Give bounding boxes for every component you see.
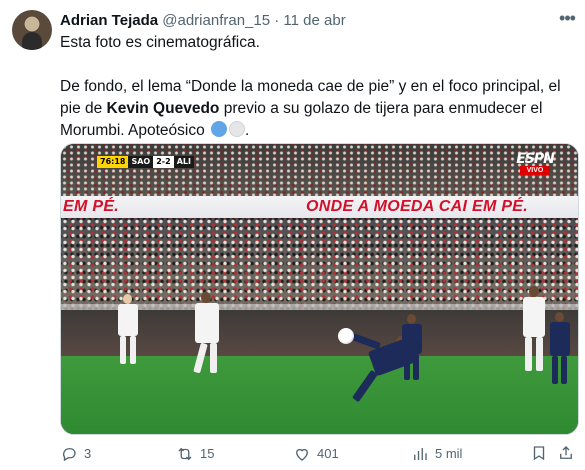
espn-logo: ESPN VIVO [514, 152, 556, 175]
tweet: Adrian Tejada @adrianfran_15 · 11 de abr… [0, 0, 585, 470]
scorebug-clock: 76:18 [97, 156, 129, 168]
tweet-date[interactable]: 11 de abr [283, 12, 345, 29]
author-name[interactable]: Adrian Tejada [60, 12, 158, 29]
tweet-header: Adrian Tejada @adrianfran_15 · 11 de abr [60, 11, 346, 31]
reply-icon [62, 448, 76, 462]
banner-text-left: EM PÉ. [63, 198, 120, 215]
tweet-text-period: . [245, 122, 250, 139]
reply-button[interactable]: 3 [60, 444, 91, 464]
scorebug-away: ALI [173, 156, 194, 168]
author-handle[interactable]: @adrianfran_15 [162, 12, 270, 29]
tweet-text: Esta foto es cinematográfica. De fondo, … [60, 32, 570, 142]
share-button[interactable] [557, 444, 575, 462]
soccer-ball [338, 328, 354, 344]
tweet-text-line1: Esta foto es cinematográfica. [60, 34, 260, 51]
white-circle-emoji-icon [229, 121, 246, 137]
light-blue-circle-emoji-icon [211, 121, 228, 137]
scorebug: 76:18 SAO 2-2 ALI [97, 156, 194, 168]
views-button[interactable]: 5 mil [411, 444, 462, 464]
scorebug-score: 2-2 [153, 156, 174, 168]
separator: · [274, 12, 280, 29]
like-button[interactable]: 401 [293, 444, 339, 464]
views-chart-icon [414, 448, 427, 460]
bookmark-button[interactable] [530, 444, 548, 462]
reply-count: 3 [84, 446, 92, 461]
stadium-crowd-top [61, 144, 578, 196]
retweet-count: 15 [200, 446, 215, 461]
pitch [61, 356, 578, 434]
broadcaster-name: ESPN [516, 151, 555, 167]
share-icon [560, 446, 572, 459]
like-count: 401 [317, 446, 339, 461]
action-bar: 3 15 401 5 mil [60, 444, 575, 464]
live-badge: VIVO [520, 166, 550, 175]
heart-icon [296, 448, 308, 461]
avatar[interactable] [12, 10, 52, 50]
banner-text-main: ONDE A MOEDA CAI EM PÉ. [306, 198, 529, 215]
stadium-banner: EM PÉ. ONDE A MOEDA CAI EM PÉ. [61, 196, 578, 218]
retweet-button[interactable]: 15 [176, 444, 214, 464]
bookmark-icon [533, 446, 545, 461]
more-options-icon[interactable]: ••• [555, 9, 579, 31]
pitchside-wall [61, 310, 578, 362]
retweet-icon [178, 447, 192, 461]
tweet-text-bold-name: Kevin Quevedo [106, 100, 220, 117]
views-count: 5 mil [435, 446, 463, 461]
tweet-photo[interactable]: 76:18 SAO 2-2 ALI ESPN VIVO EM PÉ. ONDE … [60, 143, 579, 435]
scorebug-home: SAO [128, 156, 154, 168]
tweet-text-paragraph: De fondo, el lema “Donde la moneda cae d… [60, 76, 570, 142]
